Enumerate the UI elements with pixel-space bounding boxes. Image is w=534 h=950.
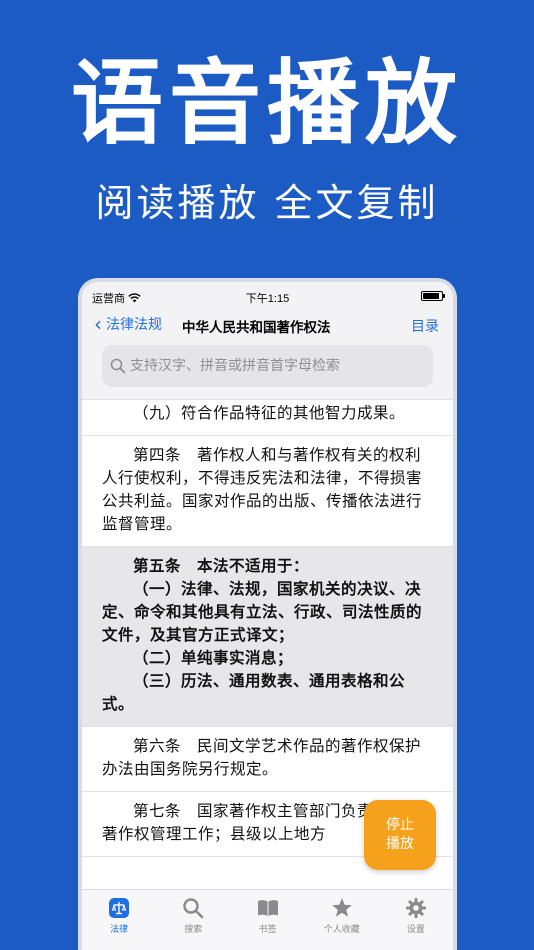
battery-level [423, 293, 440, 299]
search-input[interactable] [130, 358, 410, 374]
search-box[interactable] [102, 345, 433, 387]
article-paragraph: 第六条 民间文学艺术作品的著作权保护办法由国务院另行规定。 [102, 737, 422, 778]
article-paragraph: 第四条 著作权人和与著作权有关的权利人行使权利，不得违反宪法和法律，不得损害公共… [102, 446, 423, 533]
tab-settings[interactable]: 设置 [379, 890, 453, 950]
stop-playback-button[interactable]: 停止 播放 [364, 800, 436, 870]
search-icon [110, 358, 126, 374]
gear-icon [405, 898, 426, 918]
tab-settings-label: 设置 [406, 925, 425, 935]
tab-bar: 法律 搜索 书签 个人收藏 设置 [82, 889, 453, 950]
page-title: 中华人民共和国著作权法 [182, 320, 331, 336]
article-paragraph: （三）历法、通用数表、通用表格和公式。 [102, 672, 406, 713]
tab-favorites-label: 个人收藏 [323, 925, 360, 935]
tab-search[interactable]: 搜索 [156, 890, 230, 950]
promo-title: 语音播放 [70, 50, 463, 157]
article-paragraph: （九）符合作品特征的其他智力成果。 [133, 404, 406, 422]
tab-law[interactable]: 法律 [82, 890, 156, 950]
book-icon [257, 900, 278, 916]
navigation-bar: ‹ 法律法规 中华人民共和国著作权法 目录 [82, 310, 453, 340]
article-item[interactable]: 第六条 民间文学艺术作品的著作权保护办法由国务院另行规定。 [82, 727, 453, 792]
tab-search-label: 搜索 [184, 925, 203, 935]
back-button[interactable]: ‹ 法律法规 [94, 314, 162, 334]
chevron-left-icon: ‹ [94, 312, 102, 336]
article-item[interactable]: （九）符合作品特征的其他智力成果。 [82, 402, 453, 436]
status-time: 下午1:15 [245, 293, 290, 305]
back-button-label: 法律法规 [106, 317, 162, 333]
law-icon [109, 898, 130, 918]
search-icon [183, 898, 204, 919]
toc-button[interactable]: 目录 [411, 316, 439, 336]
search-area [82, 340, 453, 400]
phone-screen: 运营商 下午1:15 ‹ 法律法规 中华人民共和国著作权法 目录 支持汉字、拼音… [78, 278, 457, 950]
tab-law-label: 法律 [110, 925, 129, 935]
tab-bookmarks[interactable]: 书签 [230, 890, 304, 950]
status-bar: 运营商 下午1:15 [82, 282, 453, 310]
tab-favorites[interactable]: 个人收藏 [305, 890, 379, 950]
star-icon [331, 898, 352, 917]
tab-bookmarks-label: 书签 [258, 925, 277, 935]
article-paragraph: 第五条 本法不适用于： [133, 557, 310, 575]
article-paragraph: （二）单纯事实消息； [133, 649, 294, 667]
article-paragraph: （一）法律、法规，国家机关的决议、决定、命令和其他具有立法、行政、司法性质的文件… [102, 580, 423, 644]
article-item[interactable]: 第四条 著作权人和与著作权有关的权利人行使权利，不得违反宪法和法律，不得损害公共… [82, 436, 453, 547]
promo-subtitle: 阅读播放 全文复制 [95, 181, 439, 225]
article-item-playing[interactable]: 第五条 本法不适用于： （一）法律、法规，国家机关的决议、决定、命令和其他具有立… [82, 547, 453, 727]
stop-playback-label-1: 停止 [386, 817, 414, 833]
battery-icon [421, 291, 445, 301]
stop-playback-label-2: 播放 [386, 836, 414, 852]
